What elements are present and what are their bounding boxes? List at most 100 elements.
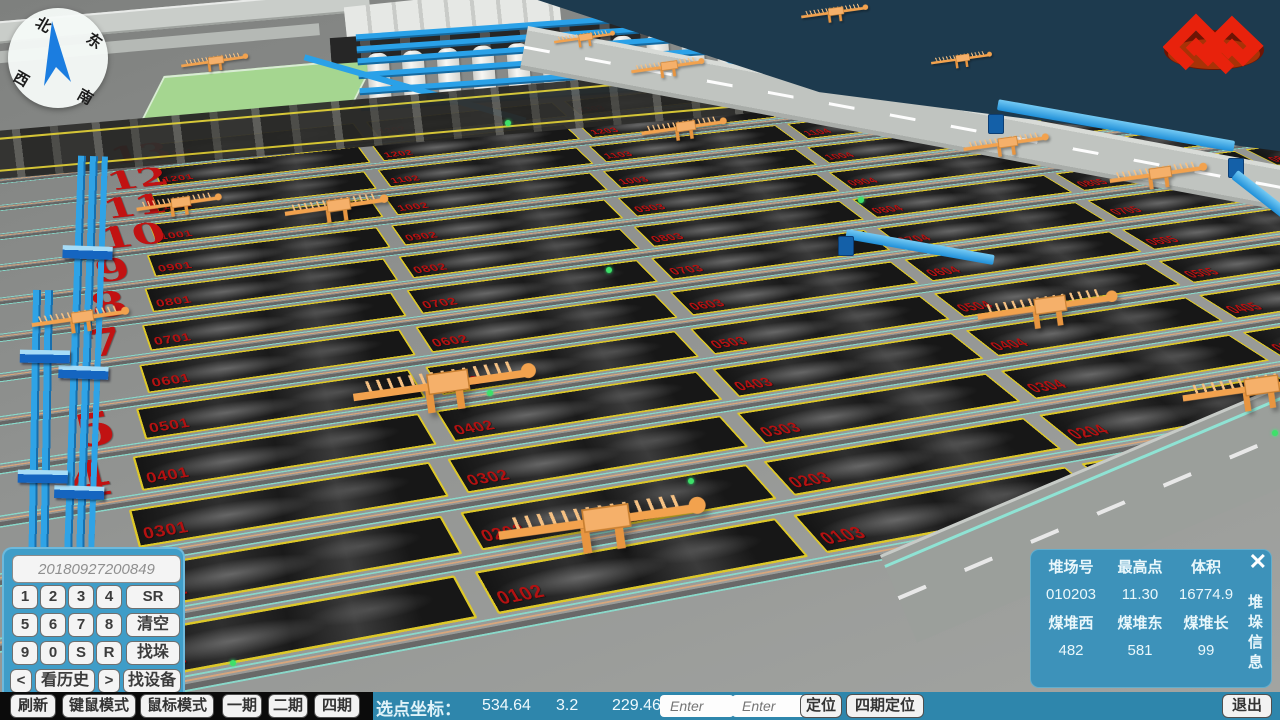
key-6[interactable]: 6 [40, 613, 66, 637]
pile-id-label: 0304 [1021, 376, 1072, 395]
locate-button[interactable]: 定位 [800, 694, 842, 718]
key-0[interactable]: 0 [40, 641, 66, 665]
pile-id-label: 0503 [706, 334, 752, 351]
status-dot [230, 660, 236, 666]
keypad-panel: 1234SR5678清空90SR找垛<看历史>找设备 [2, 547, 185, 692]
key-3[interactable]: 3 [68, 585, 94, 609]
key-R[interactable]: R [96, 641, 122, 665]
compass[interactable]: 北 东 西 南 [8, 8, 108, 108]
find-device-button[interactable]: 找设备 [123, 669, 181, 693]
coord-input-1[interactable] [660, 695, 734, 717]
pile-length-value: 99 [1173, 642, 1239, 659]
pile-id-label: 0405 [1220, 300, 1268, 316]
clear-button[interactable]: 清空 [126, 613, 180, 637]
key-4[interactable]: 4 [96, 585, 122, 609]
stack-info-vertical-label: 堆垛信息 [1244, 594, 1265, 674]
find-pile-button[interactable]: 找垛 [126, 641, 180, 665]
bottom-toolbar: 刷新 键鼠模式 鼠标模式 一期 二期 四期 选点坐标： 534.64 3.2 2… [0, 692, 1280, 720]
phase4-locate-button[interactable]: 四期定位 [846, 694, 924, 718]
key-5[interactable]: 5 [12, 613, 38, 637]
pile-id-label: 1103 [601, 149, 636, 160]
pile-id-label: 0802 [410, 261, 450, 276]
conveyor-elbow [988, 114, 1004, 134]
close-icon[interactable]: ✕ [1249, 550, 1267, 574]
pile-id-label: 0603 [685, 296, 729, 312]
pile-id-label: 1303 [575, 104, 608, 114]
pile-id-label: 1003 [615, 174, 652, 186]
pile-id-label: 0505 [1178, 265, 1224, 280]
history-next-button[interactable]: > [98, 669, 120, 693]
status-dot [606, 267, 612, 273]
pile-id-label: 0903 [631, 202, 670, 215]
status-dot [688, 478, 694, 484]
pile-id-label: 0801 [154, 293, 193, 309]
pile-id-label: 0102 [492, 580, 549, 609]
pile-id-label: 0805 [1072, 177, 1112, 189]
yard-no-value: 010203 [1035, 586, 1107, 603]
kb-mouse-mode-button[interactable]: 键鼠模式 [62, 694, 136, 718]
key-8[interactable]: 8 [96, 613, 122, 637]
volume-value: 16774.9 [1173, 586, 1239, 603]
history-prev-button[interactable]: < [10, 669, 32, 693]
pile-id-label: 0204 [1061, 421, 1115, 442]
key-S[interactable]: S [68, 641, 94, 665]
key-9[interactable]: 9 [12, 641, 38, 665]
pile-id-label: 0403 [729, 374, 777, 393]
pile-id-label: 0402 [450, 417, 498, 438]
pile-info-panel: ✕ 堆场号 最高点 体积 010203 11.30 16774.9 煤堆西 煤堆… [1030, 549, 1272, 688]
pile-id-label: 0701 [152, 330, 193, 347]
pile-west-value: 482 [1035, 642, 1107, 659]
pile-id-label: 1004 [821, 150, 858, 161]
pile-id-label: 0703 [665, 262, 707, 277]
pile-east-value: 581 [1107, 642, 1173, 659]
coord-x-value: 534.64 [482, 697, 531, 715]
pile-id-label: 0901 [156, 259, 194, 274]
refresh-button[interactable]: 刷新 [10, 694, 56, 718]
pile-id-label: 0401 [144, 463, 191, 486]
highest-point-header: 最高点 [1107, 556, 1173, 577]
pile-length-header: 煤堆长 [1173, 612, 1239, 633]
key-2[interactable]: 2 [40, 585, 66, 609]
coord-z-value: 229.46 [612, 697, 661, 715]
coord-y-value: 3.2 [556, 697, 578, 715]
pile-id-label: 0203 [783, 468, 837, 491]
pile-id-label: 0605 [1140, 234, 1184, 248]
pile-id-label: 0702 [419, 295, 461, 311]
coord-label: 选点坐标： [376, 695, 461, 720]
pile-west-header: 煤堆西 [1035, 612, 1107, 633]
pile-id-label: 0804 [867, 203, 907, 216]
coord-input-2[interactable] [732, 695, 806, 717]
pile-id-label: 0303 [755, 419, 806, 440]
status-dot [505, 120, 511, 126]
pile-id-label: 1102 [388, 173, 423, 185]
yard-no-header: 堆场号 [1035, 556, 1107, 577]
status-dot [1272, 430, 1278, 436]
pile-id-label: 0902 [402, 229, 440, 243]
pile-id-label: 0501 [147, 415, 192, 436]
status-dot [858, 197, 864, 203]
pile-id-label: 1302 [375, 125, 408, 135]
pile-id-label: 0301 [141, 517, 191, 543]
pile-id-label: 0604 [921, 264, 965, 279]
exit-button[interactable]: 退出 [1222, 694, 1272, 718]
pile-id-label: 0103 [814, 522, 871, 548]
status-dot [487, 390, 493, 396]
company-logo-icon [1163, 10, 1265, 78]
mouse-mode-button[interactable]: 鼠标模式 [140, 694, 214, 718]
pile-id-label: 0904 [843, 176, 882, 188]
pile-id-label: 0305 [1265, 337, 1280, 355]
conveyor-elbow [838, 236, 854, 256]
phase4-button[interactable]: 四期 [314, 694, 360, 718]
pile-id-label: 0302 [463, 466, 514, 489]
volume-header: 体积 [1173, 556, 1239, 577]
phase2-button[interactable]: 二期 [268, 694, 308, 718]
key-1[interactable]: 1 [12, 585, 38, 609]
key-7[interactable]: 7 [68, 613, 94, 637]
view-history-button[interactable]: 看历史 [35, 669, 95, 693]
key-sr[interactable]: SR [126, 585, 180, 609]
pile-id-label: 0803 [647, 231, 687, 245]
pile-id-label: 1104 [800, 127, 835, 137]
pile-id-label: 1002 [395, 200, 432, 213]
timestamp-input[interactable] [12, 555, 181, 583]
phase1-button[interactable]: 一期 [222, 694, 262, 718]
